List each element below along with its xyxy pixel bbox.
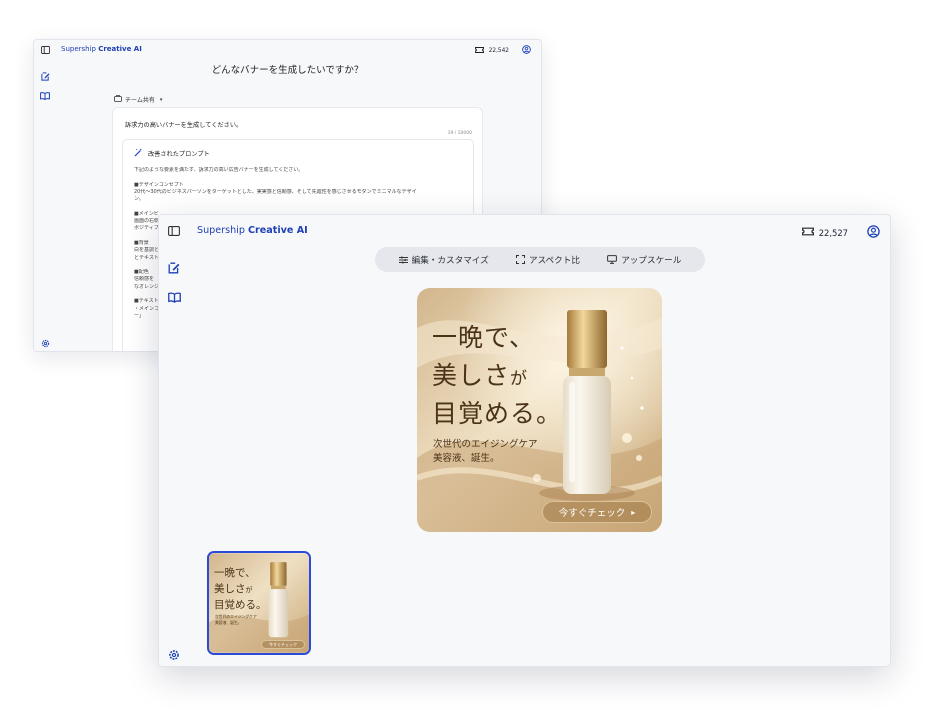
banner-headline-2a: 美しさ xyxy=(432,361,511,390)
settings-icon[interactable] xyxy=(166,647,182,663)
improved-prompt-line: 下記のような要素を満たす、訴求力の高い広告バナーを生成してください。 xyxy=(134,167,304,173)
char-count: 19 / 10000 xyxy=(447,131,472,136)
banner-thumbnail-selected[interactable]: 一晩で、 美しさが 目覚める。 次世代のエイジングケア 美容液、誕生。 今すぐチ… xyxy=(207,551,311,655)
image-toolbar: 編集・カスタマイズ アスペクト比 アップスケール xyxy=(375,247,705,272)
thumbnail-subcopy-2: 美容液、誕生。 xyxy=(215,620,242,625)
credit-count: 22,542 xyxy=(488,47,509,54)
credit-counter: 22,527 xyxy=(801,225,880,240)
banner-headline-2: 美しさが xyxy=(432,356,528,392)
aspect-ratio-label: アスペクト比 xyxy=(528,255,580,266)
team-share-label: チーム共有 xyxy=(125,97,155,104)
upscale-icon xyxy=(607,255,618,264)
banner-cta-button: 今すぐチェック ▸ xyxy=(542,501,652,523)
edit-icon[interactable] xyxy=(166,260,182,276)
team-icon xyxy=(114,95,122,104)
brand-logo: Supership Creative AI xyxy=(197,225,308,236)
book-icon[interactable] xyxy=(39,90,51,102)
credit-counter: 22,542 xyxy=(474,45,531,56)
ticket-icon xyxy=(474,46,484,55)
front-app-window: Supership Creative AI 22,527 編集・カスタマイズ ア… xyxy=(158,214,891,667)
credit-count: 22,527 xyxy=(818,227,848,238)
upscale-button[interactable]: アップスケール xyxy=(607,254,681,266)
banner-subcopy-2: 美容液、誕生。 xyxy=(433,453,500,464)
brand-suffix: Creative AI xyxy=(98,45,142,53)
settings-icon[interactable] xyxy=(39,337,51,349)
generated-banner[interactable]: 一晩で、 美しさが 目覚める。 次世代のエイジングケア 美容液、誕生。 今すぐチ… xyxy=(417,288,662,532)
thumbnail-headline-2: 美しさが xyxy=(214,581,253,596)
thumbnail-cta-label: 今すぐチェック xyxy=(269,641,297,647)
edit-customize-button[interactable]: 編集・カスタマイズ xyxy=(398,254,489,266)
thumbnail-headline-2b: が xyxy=(245,586,253,594)
improved-prompt-line: ■デザインコンセプト xyxy=(134,181,184,188)
brand-logo: Supership Creative AI xyxy=(61,45,142,53)
prompt-input[interactable]: 訴求力の高いバナーを生成してください。 xyxy=(125,120,242,129)
improved-prompt-line: 20代〜30代のビジネスパーソンをターゲットとした、実実感と信頼感、そして先進性… xyxy=(134,188,417,195)
aspect-ratio-button[interactable]: アスペクト比 xyxy=(515,254,580,266)
user-icon[interactable] xyxy=(867,225,880,240)
improved-prompt-line: ン。 xyxy=(134,196,144,203)
banner-headline-1: 一晩で、 xyxy=(432,323,536,352)
chevron-down-icon: ▾ xyxy=(159,96,163,103)
magic-wand-icon xyxy=(134,148,143,159)
banner-headline-2b: が xyxy=(510,369,529,389)
team-share-dropdown[interactable]: チーム共有 ▾ xyxy=(114,95,162,104)
page-title: どんなバナーを生成したいですか？ xyxy=(211,65,364,76)
thumbnail-headline-3: 目覚める。 xyxy=(214,599,267,611)
brand-prefix: Supership xyxy=(61,45,96,53)
chevron-right-icon: ▸ xyxy=(631,507,636,517)
thumbnail-headline-1: 一晩で、 xyxy=(214,567,256,579)
aspect-icon xyxy=(515,255,525,264)
brand-suffix: Creative AI xyxy=(248,225,308,236)
improved-prompt-line xyxy=(134,174,466,181)
user-icon[interactable] xyxy=(522,45,531,56)
banner-headline-3: 目覚める。 xyxy=(432,399,563,428)
thumbnail-cta: 今すぐチェック xyxy=(261,640,305,649)
brand-prefix: Supership xyxy=(197,225,245,236)
banner-cta-label: 今すぐチェック xyxy=(558,508,626,519)
sidebar xyxy=(34,40,56,351)
thumbnail-headline-2a: 美しさ xyxy=(214,583,246,595)
upscale-label: アップスケール xyxy=(621,255,682,266)
edit-customize-label: 編集・カスタマイズ xyxy=(411,255,489,266)
ticket-icon xyxy=(801,227,814,238)
improved-prompt-label: 改善されたプロンプト xyxy=(148,151,210,158)
sidebar-toggle-icon[interactable] xyxy=(39,44,51,56)
sidebar xyxy=(159,215,191,666)
improved-prompt-header: 改善されたプロンプト xyxy=(134,148,210,159)
improved-prompt-line xyxy=(134,203,466,210)
book-icon[interactable] xyxy=(166,289,182,305)
banner-subcopy-1: 次世代のエイジングケア xyxy=(433,439,538,450)
sliders-icon xyxy=(398,256,408,264)
sidebar-toggle-icon[interactable] xyxy=(166,223,182,239)
